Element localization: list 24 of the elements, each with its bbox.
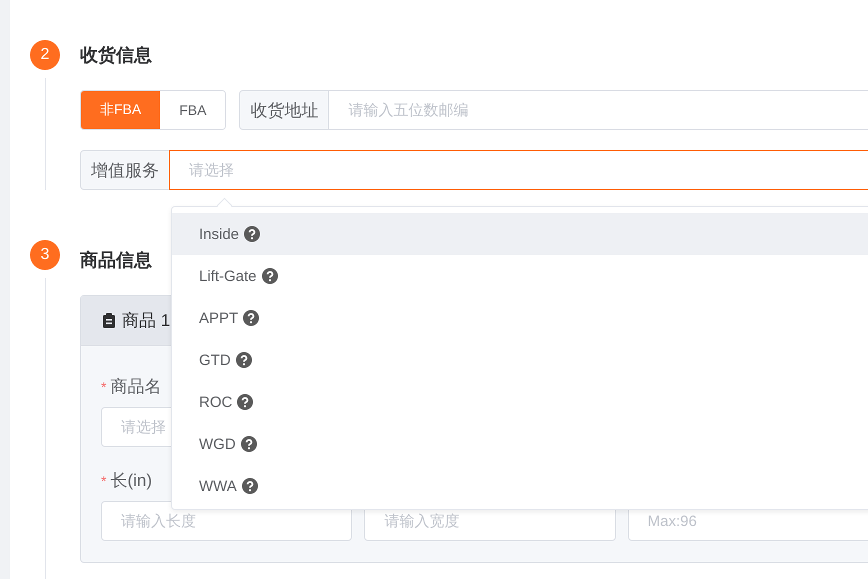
clipboard-icon (103, 313, 115, 328)
field-label: * 商品名 (101, 377, 162, 397)
help-icon (240, 436, 257, 452)
dropdown-option[interactable]: ROC (172, 381, 868, 423)
help-icon (262, 268, 278, 284)
dropdown-option[interactable]: WGD (172, 423, 868, 465)
field-label: * 长(in) (101, 471, 152, 491)
step-number: 2 (30, 40, 60, 70)
card-title: 商品 1 (122, 310, 170, 332)
section-title: 商品信息 (80, 249, 152, 272)
help-icon (242, 478, 258, 494)
address-field[interactable]: 请输入五位数邮编 (329, 90, 868, 130)
field-label: 收货地址 (239, 90, 330, 130)
dropdown-option[interactable]: GTD (172, 339, 868, 381)
section-title: 收货信息 (80, 44, 152, 67)
help-icon (244, 226, 260, 242)
help-icon (237, 394, 254, 410)
dropdown-option[interactable]: Lift-Gate (172, 255, 868, 297)
dropdown-option[interactable]: APPT (172, 297, 868, 339)
help-icon (236, 352, 252, 368)
help-icon (243, 310, 260, 326)
dropdown-option[interactable]: Inside (172, 213, 868, 255)
step-number: 3 (30, 240, 60, 270)
field-label: 增值服务 (80, 150, 170, 190)
